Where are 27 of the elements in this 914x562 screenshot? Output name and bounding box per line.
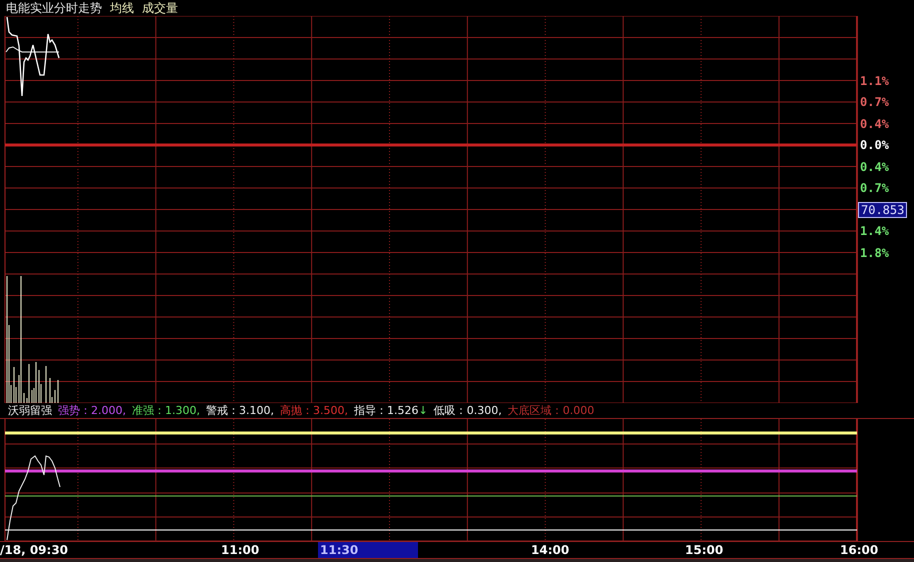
axis-label: 0.7%	[859, 181, 889, 196]
time-label: 11:00	[221, 542, 260, 558]
indicator-value: 高抛：3.500,	[280, 403, 348, 418]
chart-title: 电能实业分时走势	[6, 0, 102, 16]
legend-label: 成交量	[142, 0, 178, 16]
indicator-name: 沃弱留强	[8, 403, 52, 418]
time-label: 11:30	[318, 542, 418, 558]
axis-label: 0.4%	[859, 116, 889, 131]
price-marker: 70.853	[858, 202, 908, 218]
axis-label: 0.0%	[859, 138, 889, 152]
axis-label: 1.1%	[859, 74, 889, 88]
indicator-value: 指导：1.526↓	[354, 403, 428, 418]
indicator-value: 低吸：0.300,	[434, 403, 502, 418]
indicator-value: 警戒：3.100,	[206, 403, 274, 418]
indicator-value: 大底区域：0.000	[508, 403, 594, 418]
indicator-value: 准强：1.300,	[132, 403, 200, 418]
average-line	[6, 46, 60, 52]
axis-label: 1.4%	[859, 224, 889, 238]
time-label: 15:00	[685, 542, 724, 558]
axis-label: 0.4%	[859, 160, 889, 174]
time-label: /18, 09:30	[0, 542, 68, 558]
axis-label: 1.8%	[859, 246, 889, 260]
legend-label: 均线	[110, 0, 134, 16]
time-label: 14:00	[531, 542, 570, 558]
axis-label: 0.7%	[859, 95, 889, 110]
time-label: 16:00	[840, 542, 878, 558]
indicator-value: 强势：2.000,	[58, 403, 126, 418]
